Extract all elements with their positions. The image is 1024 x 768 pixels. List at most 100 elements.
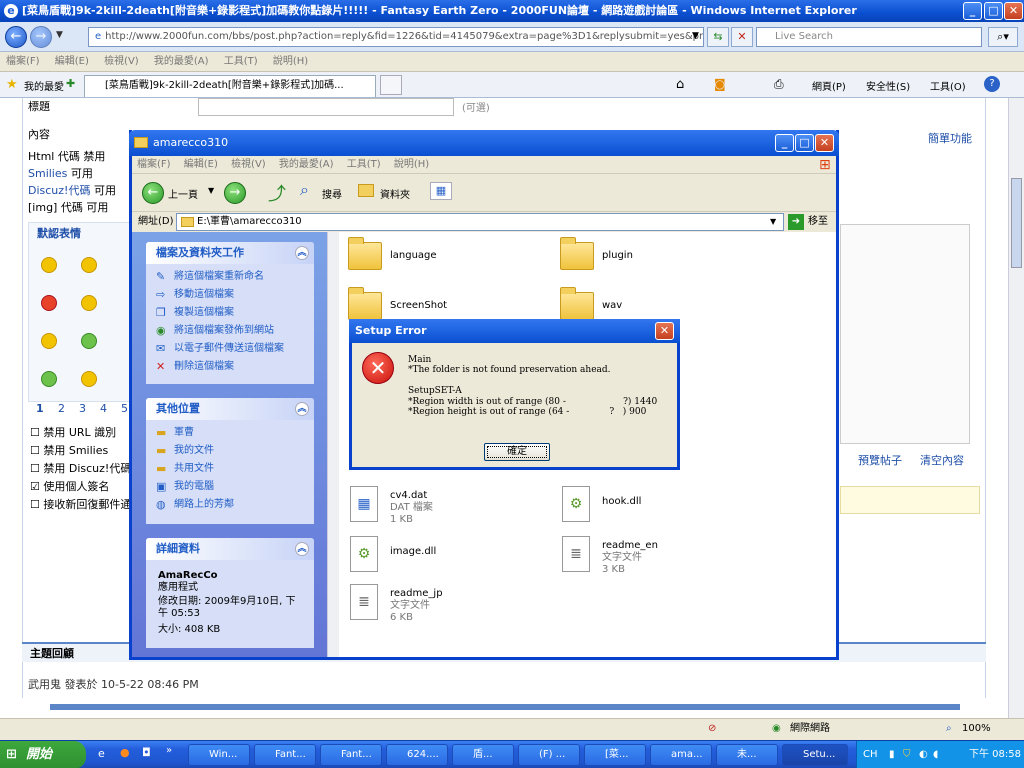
file-item-cv4-dat[interactable]: ▦ cv4.dat DAT 檔案 1 KB <box>348 486 528 530</box>
option-disable-discuz[interactable]: ☐ 禁用 Discuz!代碼 <box>30 462 131 476</box>
security-shield-icon[interactable]: ⛉ <box>903 741 911 768</box>
explorer-search-button[interactable]: 搜尋 <box>322 186 342 201</box>
url-dropdown-icon[interactable]: ▼ <box>692 31 699 41</box>
clock[interactable]: 下午 08:58 <box>969 741 1021 768</box>
explorer-close-button[interactable]: ✕ <box>815 134 834 152</box>
task-rename[interactable]: ✎ 將這個檔案重新命名 <box>146 268 314 286</box>
ok-button[interactable]: 確定 <box>484 443 550 461</box>
taskbar-item-5[interactable]: 盾... <box>452 744 514 766</box>
tray-icon[interactable]: ▮ <box>889 741 895 768</box>
taskbar-item-10[interactable]: Setu... <box>782 744 848 766</box>
task-publish[interactable]: ◉ 將這個檔案發佈到網站 <box>146 322 314 340</box>
emoji-page-5[interactable]: 5 <box>121 402 128 416</box>
clear-content-button[interactable]: 清空內容 <box>920 454 964 468</box>
emoji-tab[interactable]: 默認表情 <box>37 227 81 241</box>
taskbar-item-4[interactable]: 624.... <box>386 744 448 766</box>
back-dropdown-icon[interactable]: ▼ <box>208 186 214 195</box>
forward-arrow-icon[interactable]: → <box>30 26 52 48</box>
emoji-icon[interactable] <box>41 371 57 387</box>
volume-icon[interactable]: ◖ <box>933 741 938 768</box>
task-email[interactable]: ✉ 以電子郵件傳送這個檔案 <box>146 340 314 358</box>
task-pane-scrollbar[interactable] <box>327 232 339 657</box>
explorer-menu-favorites[interactable]: 我的最愛(A) <box>279 159 334 170</box>
collapse-icon[interactable]: ︽ <box>295 402 309 416</box>
search-magnifier-icon[interactable]: ⌕ <box>300 180 309 200</box>
url-input[interactable]: e http://www.2000fun.com/bbs/post.php?act… <box>88 27 704 47</box>
close-button[interactable]: ✕ <box>1004 2 1023 20</box>
subject-input[interactable] <box>198 98 454 116</box>
place-my-documents[interactable]: ▬ 我的文件 <box>146 442 314 460</box>
search-input[interactable]: Live Search <box>756 27 982 47</box>
zoom-icon[interactable]: ⌕ <box>946 719 952 739</box>
task-copy[interactable]: ❐ 複製這個檔案 <box>146 304 314 322</box>
option-use-signature[interactable]: ☑ 使用個人簽名 <box>30 480 109 494</box>
discuz-code-link[interactable]: Discuz!代碼 <box>28 184 90 197</box>
menu-view[interactable]: 檢視(V) <box>104 56 139 67</box>
safety-menu[interactable]: 安全性(S) <box>866 78 910 93</box>
emoji-page-4[interactable]: 4 <box>100 402 107 416</box>
new-tab-button[interactable] <box>380 75 402 95</box>
language-indicator[interactable]: CH <box>863 749 878 760</box>
back-icon[interactable]: ← <box>142 182 164 204</box>
emoji-icon[interactable] <box>41 333 57 349</box>
favorites-star-icon[interactable]: ★ <box>6 77 18 92</box>
explorer-menu-tools[interactable]: 工具(T) <box>347 159 381 170</box>
taskbar-item-1[interactable]: Win... <box>188 744 250 766</box>
home-icon[interactable]: ⌂ <box>676 77 684 92</box>
taskbar-item-9[interactable]: 未... <box>716 744 778 766</box>
taskbar-item-8[interactable]: ama... <box>650 744 712 766</box>
dialog-close-button[interactable]: ✕ <box>655 322 674 340</box>
quicklaunch-firefox-icon[interactable]: ● <box>120 746 130 759</box>
option-disable-url[interactable]: ☐ 禁用 URL 識別 <box>30 426 116 440</box>
quicklaunch-more-icon[interactable]: » <box>166 745 172 756</box>
history-dropdown-icon[interactable]: ▼ <box>56 30 63 40</box>
details-header[interactable]: 詳細資料 ︽ <box>146 538 314 560</box>
explorer-back-button[interactable]: 上一頁 <box>168 186 198 201</box>
go-button[interactable]: 移至 <box>808 212 828 232</box>
task-delete[interactable]: ✕ 刪除這個檔案 <box>146 358 314 376</box>
emoji-page-2[interactable]: 2 <box>58 402 65 416</box>
file-item-readme-jp[interactable]: ≣ readme_jp 文字文件 6 KB <box>348 584 528 628</box>
menu-favorites[interactable]: 我的最愛(A) <box>154 56 209 67</box>
go-arrow-icon[interactable]: ➜ <box>788 214 804 230</box>
taskbar-item-6[interactable]: (F) ... <box>518 744 580 766</box>
heart-emoji-icon[interactable] <box>41 295 57 311</box>
page-scrollbar[interactable] <box>1008 98 1024 718</box>
start-button[interactable]: ⊞ 開始 <box>0 741 86 768</box>
help-icon[interactable]: ? <box>984 76 1000 92</box>
place-shared-documents[interactable]: ▬ 共用文件 <box>146 460 314 478</box>
explorer-menu-view[interactable]: 檢視(V) <box>231 159 266 170</box>
menu-tools[interactable]: 工具(T) <box>224 56 258 67</box>
menu-help[interactable]: 說明(H) <box>273 56 308 67</box>
menu-file[interactable]: 檔案(F) <box>6 56 40 67</box>
file-item-hook-dll[interactable]: ⚙ hook.dll <box>560 486 740 530</box>
emoji-page-3[interactable]: 3 <box>79 402 86 416</box>
blocked-icon[interactable]: ⊘ <box>708 719 716 739</box>
file-item-image-dll[interactable]: ⚙ image.dll <box>348 536 528 580</box>
browser-tab[interactable]: [菜鳥盾戰]9k-2kill-2death[附音樂+錄影程式]加碼... <box>84 75 376 97</box>
collapse-icon[interactable]: ︽ <box>295 542 309 556</box>
up-folder-icon[interactable]: ⤴ <box>268 180 286 206</box>
place-parent-folder[interactable]: ▬ 軍曹 <box>146 424 314 442</box>
add-favorite-icon[interactable]: ✚ <box>66 77 75 90</box>
collapse-icon[interactable]: ︽ <box>295 246 309 260</box>
editor-area[interactable] <box>840 224 970 444</box>
emoji-page-1[interactable]: 1 <box>36 402 44 416</box>
emoji-icon[interactable] <box>81 257 97 273</box>
option-disable-smilies[interactable]: ☐ 禁用 Smilies <box>30 444 108 458</box>
explorer-address-input[interactable]: E:\軍曹\amarecco310 <box>176 213 784 231</box>
emoji-icon[interactable] <box>81 333 97 349</box>
taskbar-item-2[interactable]: Fant... <box>254 744 316 766</box>
taskbar-item-7[interactable]: [菜... <box>584 744 646 766</box>
file-item-language[interactable]: language <box>348 237 528 284</box>
favorites-button[interactable]: 我的最愛 <box>24 78 64 93</box>
tools-menu[interactable]: 工具(O) <box>930 78 966 93</box>
stop-icon[interactable]: ✕ <box>731 27 753 47</box>
smilies-link[interactable]: Smilies <box>28 167 67 180</box>
refresh-icon[interactable]: ⇆ <box>707 27 729 47</box>
place-network[interactable]: ◍ 網路上的芳鄰 <box>146 496 314 514</box>
emoji-icon[interactable] <box>81 371 97 387</box>
maximize-button[interactable]: □ <box>984 2 1003 20</box>
address-dropdown-icon[interactable]: ▼ <box>770 212 776 232</box>
explorer-folders-button[interactable]: 資料夾 <box>380 186 410 201</box>
